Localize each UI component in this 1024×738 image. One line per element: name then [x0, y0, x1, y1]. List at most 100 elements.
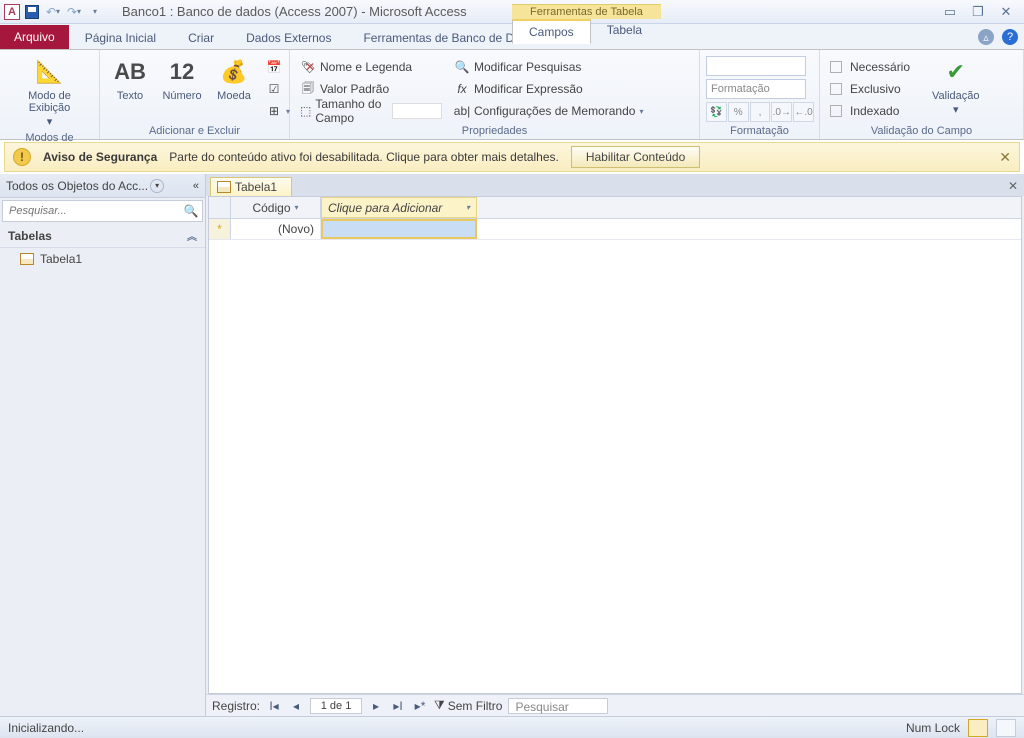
nav-header[interactable]: Todos os Objetos do Acc... ▾ « — [0, 174, 205, 198]
datatype-combo[interactable] — [706, 56, 806, 76]
restore-button[interactable]: ❐ — [970, 4, 986, 20]
filter-icon: ⧩ — [434, 698, 445, 713]
warning-text: Parte do conteúdo ativo foi desabilitada… — [169, 150, 559, 164]
group-addremove-label: Adicionar e Excluir — [106, 123, 283, 139]
app-icon: A — [4, 4, 20, 20]
save-icon — [25, 5, 39, 19]
number-icon: 12 — [166, 56, 198, 88]
prev-record-button[interactable]: ◂ — [288, 698, 304, 714]
workspace: Todos os Objetos do Acc... ▾ « 🔍 Tabelas… — [0, 174, 1024, 716]
tab-table[interactable]: Tabela — [591, 19, 658, 43]
tab-external-data[interactable]: Dados Externos — [230, 26, 347, 49]
percent-format-icon[interactable]: % — [728, 102, 749, 122]
status-bar: Inicializando... Num Lock — [0, 716, 1024, 738]
datasheet: Código▾ Clique para Adicionar▾ * (Novo) — [208, 196, 1022, 694]
next-record-button[interactable]: ▸ — [368, 698, 384, 714]
currency-field-button[interactable]: 💰 Moeda — [210, 54, 258, 104]
close-doc-button[interactable]: ✕ — [1002, 176, 1024, 196]
cell-add-new[interactable] — [321, 219, 477, 239]
column-header-codigo[interactable]: Código▾ — [231, 197, 321, 218]
view-mode-button[interactable]: 📐 Modo de Exibição▾ — [6, 54, 93, 130]
redo-button[interactable]: ↷▾ — [65, 3, 83, 21]
select-all-cell[interactable] — [209, 197, 231, 218]
group-properties-label: Propriedades — [296, 123, 693, 139]
column-headers: Código▾ Clique para Adicionar▾ — [209, 197, 1021, 219]
text-field-button[interactable]: ABTexto — [106, 54, 154, 104]
close-warning-button[interactable]: ✕ — [999, 149, 1011, 166]
recnav-label: Registro: — [212, 699, 260, 713]
close-button[interactable]: ✕ — [998, 4, 1014, 20]
decrease-decimals-icon[interactable]: ←.0 — [793, 102, 814, 122]
nav-section-label: Tabelas — [8, 229, 52, 243]
currency-icon: 💰 — [218, 56, 250, 88]
tab-file[interactable]: Arquivo — [0, 25, 69, 49]
text-label: Texto — [117, 90, 143, 102]
column-header-add[interactable]: Clique para Adicionar▾ — [321, 197, 477, 218]
first-record-button[interactable]: I◂ — [266, 698, 282, 714]
record-search[interactable]: Pesquisar — [508, 698, 608, 714]
modify-expression-button[interactable]: fxModificar Expressão — [450, 78, 660, 100]
qat-customize[interactable]: ▾ — [86, 3, 104, 21]
minimize-button[interactable]: ▭ — [942, 4, 958, 20]
checkbox-icon — [830, 105, 842, 117]
validation-button[interactable]: ✔Validação▾ — [926, 54, 986, 118]
view-mode-label: Modo de Exibição — [12, 90, 87, 114]
status-text: Inicializando... — [8, 721, 84, 735]
doc-tab-tabela1[interactable]: Tabela1 — [210, 177, 292, 196]
cell-codigo-new[interactable]: (Novo) — [231, 219, 321, 239]
table-icon — [20, 253, 34, 265]
search-input[interactable] — [3, 201, 180, 221]
field-size-input[interactable] — [392, 103, 442, 119]
undo-icon: ↶ — [46, 5, 56, 19]
nav-item-tabela1[interactable]: Tabela1 — [0, 248, 205, 270]
warning-icon: ! — [13, 148, 31, 166]
tab-fields[interactable]: Campos — [512, 19, 591, 44]
ribbon-tabs: Arquivo Página Inicial Criar Dados Exter… — [0, 24, 1024, 50]
record-position-input[interactable] — [310, 698, 362, 714]
row-selector-new[interactable]: * — [209, 219, 231, 239]
collapse-section-icon[interactable]: ︽ — [187, 228, 197, 243]
modify-lookups-button[interactable]: 🔍Modificar Pesquisas — [450, 56, 660, 78]
fx-icon: fx — [454, 81, 470, 97]
unique-checkbox[interactable]: Exclusivo — [826, 78, 922, 100]
nav-header-label: Todos os Objetos do Acc... — [6, 179, 148, 193]
group-validation-label: Validação do Campo — [826, 123, 1017, 139]
name-caption-button[interactable]: 🏷Nome e Legenda — [296, 56, 446, 78]
memo-settings-button[interactable]: ab|Configurações de Memorando▾ — [450, 100, 660, 122]
field-size-button[interactable]: ⬚Tamanho do Campo — [296, 100, 446, 122]
window-title: Banco1 : Banco de dados (Access 2007) - … — [122, 4, 467, 19]
help-button[interactable]: ? — [1002, 29, 1018, 45]
last-record-button[interactable]: ▸I — [390, 698, 406, 714]
currency-label: Moeda — [217, 90, 251, 102]
search-icon[interactable]: 🔍 — [180, 201, 202, 221]
more-icon: ⊞ — [266, 103, 282, 119]
design-view-button[interactable] — [996, 719, 1016, 737]
navigation-pane: Todos os Objetos do Acc... ▾ « 🔍 Tabelas… — [0, 174, 206, 716]
number-field-button[interactable]: 12Número — [158, 54, 206, 104]
minimize-ribbon-button[interactable]: ▵ — [978, 29, 994, 45]
record-navigator: Registro: I◂ ◂ ▸ ▸I ▸* ⧩Sem Filtro Pesqu… — [206, 694, 1024, 716]
format-combo[interactable] — [706, 79, 806, 99]
required-checkbox[interactable]: Necessário — [826, 56, 922, 78]
new-record-button[interactable]: ▸* — [412, 698, 428, 714]
comma-format-icon[interactable]: , — [750, 102, 771, 122]
validation-label: Validação — [932, 90, 980, 102]
undo-button[interactable]: ↶▾ — [44, 3, 62, 21]
tab-create[interactable]: Criar — [172, 26, 230, 49]
checkbox-icon: ☑ — [266, 81, 282, 97]
enable-content-button[interactable]: Habilitar Conteúdo — [571, 146, 700, 168]
format-buttons: 💱 % , .0→ ←.0 — [706, 102, 814, 122]
nav-section-tables[interactable]: Tabelas ︽ — [0, 224, 205, 248]
document-area: Tabela1 ✕ Código▾ Clique para Adicionar▾… — [206, 174, 1024, 716]
currency-format-icon[interactable]: 💱 — [706, 102, 727, 122]
lookup-icon: 🔍 — [454, 59, 470, 75]
save-button[interactable] — [23, 3, 41, 21]
tab-home[interactable]: Página Inicial — [69, 26, 172, 49]
collapse-nav-button[interactable]: « — [193, 180, 199, 192]
indexed-checkbox[interactable]: Indexado — [826, 100, 922, 122]
increase-decimals-icon[interactable]: .0→ — [771, 102, 792, 122]
table-icon — [217, 181, 231, 193]
validation-icon: ✔ — [940, 56, 972, 88]
datasheet-view-button[interactable] — [968, 719, 988, 737]
chevron-down-icon[interactable]: ▾ — [150, 179, 164, 193]
